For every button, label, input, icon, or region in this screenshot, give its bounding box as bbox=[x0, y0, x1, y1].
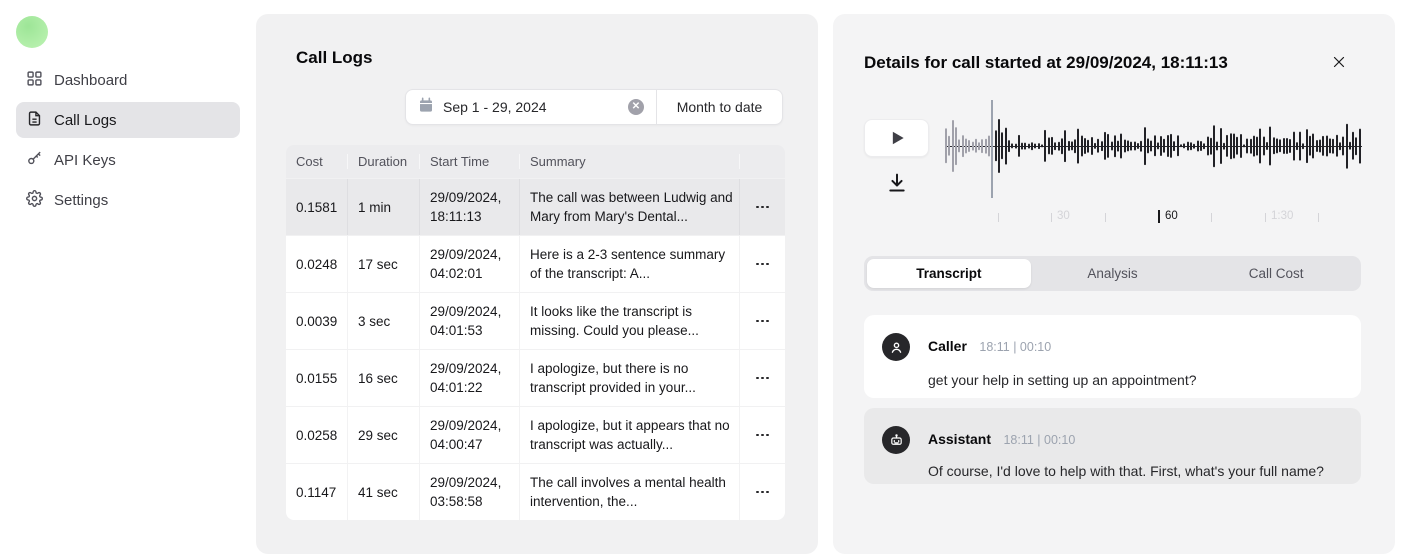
message-timestamp: 18:11 | 00:10 bbox=[979, 340, 1051, 354]
robot-icon bbox=[882, 426, 910, 454]
details-tabs: Transcript Analysis Call Cost bbox=[864, 256, 1361, 291]
table-row[interactable]: 0.0258 29 sec 29/09/2024, 04:00:47 I apo… bbox=[286, 407, 785, 463]
play-button[interactable] bbox=[864, 119, 929, 157]
cell-duration: 29 sec bbox=[348, 407, 420, 463]
sidebar-item-settings[interactable]: Settings bbox=[16, 182, 240, 218]
sidebar-item-api-keys[interactable]: API Keys bbox=[16, 142, 240, 178]
timeline-tick bbox=[1051, 213, 1052, 222]
timeline-tick bbox=[998, 213, 999, 222]
row-actions-menu-icon[interactable] bbox=[752, 314, 773, 329]
download-button[interactable] bbox=[885, 170, 909, 196]
sidebar: Dashboard Call Logs API Keys bbox=[0, 0, 256, 502]
date-filter-group: Sep 1 - 29, 2024 ✕ Month to date bbox=[405, 89, 783, 125]
column-header-start-time: Start Time bbox=[420, 154, 520, 169]
row-actions-menu-icon[interactable] bbox=[752, 485, 773, 500]
table-row[interactable]: 0.1581 1 min 29/09/2024, 18:11:13 The ca… bbox=[286, 179, 785, 235]
table-row[interactable]: 0.0155 16 sec 29/09/2024, 04:01:22 I apo… bbox=[286, 350, 785, 406]
timeline-tick bbox=[1265, 213, 1266, 222]
person-icon bbox=[882, 333, 910, 361]
cell-summary: The call was between Ludwig and Mary fro… bbox=[520, 179, 740, 235]
transcript-message-assistant: Assistant 18:11 | 00:10 Of course, I'd l… bbox=[864, 408, 1361, 484]
tab-analysis[interactable]: Analysis bbox=[1031, 259, 1195, 288]
timeline-tick bbox=[1105, 213, 1106, 222]
sidebar-item-label: Dashboard bbox=[54, 72, 127, 89]
month-to-date-button[interactable]: Month to date bbox=[656, 90, 782, 124]
table-row[interactable]: 0.1147 41 sec 29/09/2024, 03:58:58 The c… bbox=[286, 464, 785, 520]
playhead-cursor[interactable] bbox=[991, 100, 993, 198]
cell-start-time: 29/09/2024, 18:11:13 bbox=[420, 179, 520, 235]
cell-duration: 3 sec bbox=[348, 293, 420, 349]
page-title: Call Logs bbox=[296, 48, 373, 68]
cell-start-time: 29/09/2024, 04:01:53 bbox=[420, 293, 520, 349]
timeline-tick bbox=[1211, 213, 1212, 222]
cell-duration: 17 sec bbox=[348, 236, 420, 292]
sidebar-nav: Dashboard Call Logs API Keys bbox=[16, 62, 240, 222]
cell-summary: I apologize, but it appears that no tran… bbox=[520, 407, 740, 463]
tab-transcript[interactable]: Transcript bbox=[867, 259, 1031, 288]
date-range-value: Sep 1 - 29, 2024 bbox=[443, 99, 619, 115]
column-header-duration: Duration bbox=[348, 154, 420, 169]
sidebar-item-label: Call Logs bbox=[54, 112, 117, 129]
timeline-tick bbox=[1318, 213, 1319, 222]
transcript-message-caller: Caller 18:11 | 00:10 get your help in se… bbox=[864, 315, 1361, 398]
cell-duration: 1 min bbox=[348, 179, 420, 235]
clear-date-icon[interactable]: ✕ bbox=[628, 99, 644, 115]
timeline-tick bbox=[1158, 210, 1160, 223]
cell-duration: 16 sec bbox=[348, 350, 420, 406]
row-actions-menu-icon[interactable] bbox=[752, 200, 773, 215]
timeline-label: 1:30 bbox=[1271, 210, 1293, 222]
file-text-icon bbox=[26, 110, 43, 131]
close-icon[interactable] bbox=[1330, 53, 1348, 71]
cell-start-time: 29/09/2024, 04:01:22 bbox=[420, 350, 520, 406]
cell-cost: 0.1147 bbox=[286, 464, 348, 520]
timeline-label: 60 bbox=[1165, 210, 1178, 222]
sidebar-item-call-logs[interactable]: Call Logs bbox=[16, 102, 240, 138]
sidebar-item-dashboard[interactable]: Dashboard bbox=[16, 62, 240, 98]
cell-summary: Here is a 2-3 sentence summary of the tr… bbox=[520, 236, 740, 292]
timeline: 30 60 1:30 bbox=[945, 207, 1362, 227]
message-text: get your help in setting up an appointme… bbox=[928, 372, 1343, 388]
cell-start-time: 29/09/2024, 04:00:47 bbox=[420, 407, 520, 463]
cell-cost: 0.1581 bbox=[286, 179, 348, 235]
calendar-icon bbox=[418, 97, 434, 118]
cell-summary: It looks like the transcript is missing.… bbox=[520, 293, 740, 349]
cell-cost: 0.0258 bbox=[286, 407, 348, 463]
column-header-summary: Summary bbox=[520, 154, 740, 169]
message-timestamp: 18:11 | 00:10 bbox=[1003, 433, 1075, 447]
sidebar-item-label: API Keys bbox=[54, 152, 116, 169]
row-actions-menu-icon[interactable] bbox=[752, 428, 773, 443]
cell-cost: 0.0155 bbox=[286, 350, 348, 406]
message-text: Of course, I'd love to help with that. F… bbox=[928, 463, 1343, 479]
cell-start-time: 29/09/2024, 04:02:01 bbox=[420, 236, 520, 292]
cell-duration: 41 sec bbox=[348, 464, 420, 520]
row-actions-menu-icon[interactable] bbox=[752, 371, 773, 386]
cell-start-time: 29/09/2024, 03:58:58 bbox=[420, 464, 520, 520]
table-row[interactable]: 0.0248 17 sec 29/09/2024, 04:02:01 Here … bbox=[286, 236, 785, 292]
cell-summary: The call involves a mental health interv… bbox=[520, 464, 740, 520]
tab-call-cost[interactable]: Call Cost bbox=[1194, 259, 1358, 288]
cell-summary: I apologize, but there is no transcript … bbox=[520, 350, 740, 406]
speaker-name: Assistant bbox=[928, 431, 991, 447]
table-row[interactable]: 0.0039 3 sec 29/09/2024, 04:01:53 It loo… bbox=[286, 293, 785, 349]
speaker-name: Caller bbox=[928, 338, 967, 354]
gear-icon bbox=[26, 190, 43, 211]
row-actions-menu-icon[interactable] bbox=[752, 257, 773, 272]
cell-cost: 0.0248 bbox=[286, 236, 348, 292]
timeline-label: 30 bbox=[1057, 210, 1070, 222]
details-title: Details for call started at 29/09/2024, … bbox=[864, 53, 1228, 73]
cell-cost: 0.0039 bbox=[286, 293, 348, 349]
date-range-picker[interactable]: Sep 1 - 29, 2024 ✕ bbox=[406, 90, 656, 124]
waveform[interactable] bbox=[945, 118, 1362, 174]
column-header-cost: Cost bbox=[286, 154, 348, 169]
call-details-panel: Details for call started at 29/09/2024, … bbox=[833, 14, 1395, 554]
dashboard-grid-icon bbox=[26, 70, 43, 91]
key-icon bbox=[26, 150, 43, 171]
call-logs-table: Cost Duration Start Time Summary 0.1581 … bbox=[286, 145, 785, 520]
workspace-logo[interactable] bbox=[16, 16, 48, 48]
table-header: Cost Duration Start Time Summary bbox=[286, 145, 785, 178]
sidebar-item-label: Settings bbox=[54, 192, 108, 209]
call-logs-panel: Call Logs Sep 1 - 29, 2024 ✕ Month to da… bbox=[256, 14, 818, 554]
